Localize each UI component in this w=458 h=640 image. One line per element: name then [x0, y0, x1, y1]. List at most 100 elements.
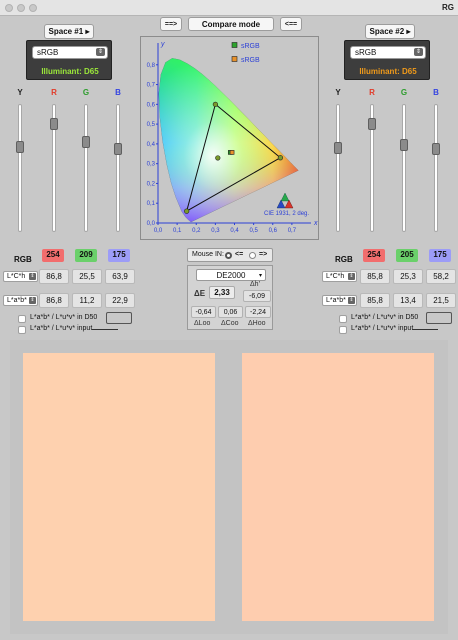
space2-lch-h[interactable]: 58,2 [426, 269, 456, 284]
delta-e-panel: DE2000 ▾ ΔE 2,33 Δh' -6,09 -0,64 0,06 -2… [187, 265, 273, 330]
zoom-window-button[interactable] [29, 4, 37, 12]
space2-slider-track-b[interactable] [434, 104, 438, 232]
space1-slider-thumb-r[interactable] [50, 117, 58, 130]
space1-button[interactable]: Space #1 ▸ [44, 24, 94, 39]
formula-select[interactable]: DE2000 ▾ [196, 269, 266, 281]
space2-slider-thumb-g[interactable] [400, 138, 408, 151]
space1-lch-c[interactable]: 25,5 [72, 269, 102, 284]
space2-lch-mode-select[interactable]: L*C*h ⇕ [322, 271, 357, 282]
space1-d50-checkbox[interactable] [18, 315, 26, 323]
space1-lch-l[interactable]: 86,8 [39, 269, 69, 284]
mouse-in-right-radio[interactable] [249, 252, 256, 259]
space2-b-value[interactable]: 175 [429, 249, 451, 262]
space1-illuminant: Illuminant: D65 [41, 67, 99, 76]
space2-button[interactable]: Space #2 ▸ [365, 24, 415, 39]
space1-channel-label-b: B [115, 88, 121, 97]
space2-d50-label: L*a*b* / L*u*v* in D50 [351, 314, 419, 321]
legend-label-1: sRGB [241, 43, 260, 50]
x-tick-label: 0,0 [154, 228, 163, 234]
gamut-vertex [277, 155, 283, 161]
legend-marker-2 [231, 56, 238, 62]
space1-slider-track-y[interactable] [18, 104, 22, 232]
space2-input-checkbox[interactable] [339, 326, 347, 334]
space2-lab-b[interactable]: 21,5 [426, 293, 456, 308]
space2-d50-checkbox[interactable] [339, 315, 347, 323]
space1-profile-select[interactable]: sRGB ⇕ [32, 46, 108, 59]
space2-g-value[interactable]: 205 [396, 249, 418, 262]
space1-slider-thumb-g[interactable] [82, 136, 90, 149]
space1-lab-mode-select[interactable]: L*a*b* ⇕ [3, 295, 38, 306]
x-tick-label: 0,2 [192, 228, 201, 234]
space1-input-line [92, 329, 118, 330]
space1-title: Space #1 [48, 27, 84, 36]
space2-channel-label-b: B [433, 88, 439, 97]
x-tick-label: 0,7 [288, 228, 297, 234]
y-tick-label: 0,1 [147, 201, 156, 207]
space2-chevron-icon: ▸ [406, 27, 411, 36]
mouse-in-left-radio[interactable] [225, 252, 232, 259]
delta-h-value[interactable]: -6,09 [243, 290, 271, 302]
space2-lab-mode-arrow-icon: ⇕ [348, 297, 355, 304]
close-window-button[interactable] [5, 4, 13, 12]
y-tick-label: 0,0 [147, 221, 156, 227]
space1-lch-mode-select[interactable]: L*C*h ⇕ [3, 271, 38, 282]
space2-lch-l[interactable]: 85,8 [360, 269, 390, 284]
space2-lch-mode-label: L*C*h [326, 273, 345, 280]
chart-legend: sRGB sRGB [231, 42, 260, 64]
space2-color-swatch[interactable] [242, 353, 434, 621]
space1-b-value[interactable]: 175 [108, 249, 130, 262]
white-point-marker [215, 155, 221, 161]
space1-lab-l[interactable]: 86,8 [39, 293, 69, 308]
space1-r-value[interactable]: 254 [42, 249, 64, 262]
space1-input-checkbox[interactable] [18, 326, 26, 334]
minimize-window-button[interactable] [17, 4, 25, 12]
x-tick-label: 0,1 [173, 228, 182, 234]
copy-to-left-button[interactable]: <== [280, 17, 302, 31]
space2-channel-label-y: Y [335, 88, 341, 97]
space2-r-value[interactable]: 254 [363, 249, 385, 262]
delta-c-value[interactable]: 0,06 [218, 306, 243, 318]
space2-select-arrow-icon: ⇕ [414, 48, 423, 56]
space2-input-line [412, 329, 438, 330]
space2-lch-mode-arrow-icon: ⇕ [348, 273, 355, 280]
color-point-2 [229, 150, 235, 155]
space1-profile-value: sRGB [37, 48, 59, 57]
chromaticity-diagram[interactable]: 0,0 0,1 0,2 0,3 0,4 0,5 0,6 0,7 0,0 0,1 0,2 0,3 0,4 0… [140, 36, 319, 240]
space2-slider-thumb-r[interactable] [368, 117, 376, 130]
chart-caption: CIE 1931, 2 deg. [264, 211, 309, 217]
space2-lab-mode-select[interactable]: L*a*b* ⇕ [322, 295, 357, 306]
space2-illuminant: Illuminant: D65 [359, 67, 417, 76]
space1-color-swatch[interactable] [23, 353, 215, 621]
space1-slider-thumb-y[interactable] [16, 141, 24, 154]
delta-e-value[interactable]: 2,33 [209, 286, 235, 299]
space2-rgb-label: RGB [335, 255, 353, 264]
delta-l-value[interactable]: -0,64 [191, 306, 216, 318]
space1-d50-label: L*a*b* / L*u*v* in D50 [30, 314, 98, 321]
x-tick-label: 0,3 [211, 228, 220, 234]
space2-slider-thumb-b[interactable] [432, 143, 440, 156]
space1-slider-track-b[interactable] [116, 104, 120, 232]
space1-small-swatch[interactable] [106, 312, 132, 324]
y-tick-label: 0,5 [147, 122, 156, 128]
space2-slider-thumb-y[interactable] [334, 142, 342, 155]
space2-slider-track-g[interactable] [402, 104, 406, 232]
space1-lab-b[interactable]: 22,9 [105, 293, 135, 308]
swatch-area [10, 340, 448, 634]
space2-slider-track-y[interactable] [336, 104, 340, 232]
space1-lab-a[interactable]: 11,2 [72, 293, 102, 308]
space2-lch-c[interactable]: 25,3 [393, 269, 423, 284]
space1-select-arrow-icon: ⇕ [96, 48, 105, 56]
space1-slider-track-g[interactable] [84, 104, 88, 232]
space1-lch-h[interactable]: 63,9 [105, 269, 135, 284]
space1-channel-sliders: YRGB [10, 88, 130, 238]
space1-g-value[interactable]: 209 [75, 249, 97, 262]
space1-slider-thumb-b[interactable] [114, 143, 122, 156]
compare-mode-button[interactable]: Compare mode [188, 17, 274, 31]
space2-profile-select[interactable]: sRGB ⇕ [350, 46, 426, 59]
space2-lab-a[interactable]: 13,4 [393, 293, 423, 308]
space2-lab-l[interactable]: 85,8 [360, 293, 390, 308]
space2-small-swatch[interactable] [426, 312, 452, 324]
copy-to-right-button[interactable]: ==> [160, 17, 182, 31]
delta-hoo-value[interactable]: -2,24 [245, 306, 271, 318]
y-axis-label: y [160, 41, 165, 48]
